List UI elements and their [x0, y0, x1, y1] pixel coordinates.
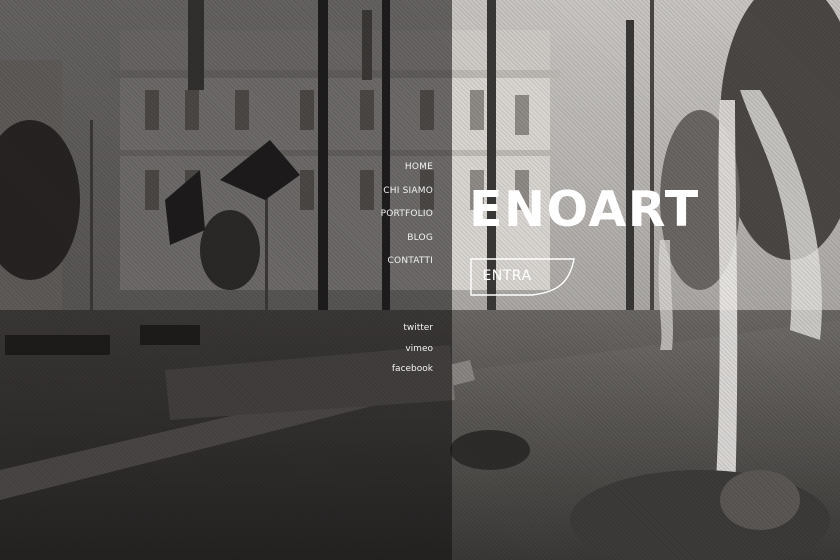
main-nav: HOME CHI SIAMO PORTFOLIO BLOG CONTATTI — [381, 162, 433, 280]
social-link-vimeo[interactable]: vimeo — [405, 344, 433, 355]
nav-item-portfolio[interactable]: PORTFOLIO — [381, 209, 433, 220]
social-links: twitter vimeo facebook — [392, 323, 433, 385]
nav-item-contatti[interactable]: CONTATTI — [388, 256, 433, 267]
enter-button[interactable]: ENTRA — [470, 258, 575, 296]
brand-title: ENOART — [469, 181, 700, 238]
nav-item-blog[interactable]: BLOG — [407, 233, 433, 244]
enter-button-label: ENTRA — [482, 268, 532, 284]
nav-item-home[interactable]: HOME — [405, 162, 433, 173]
nav-item-chi-siamo[interactable]: CHI SIAMO — [383, 186, 433, 197]
social-link-facebook[interactable]: facebook — [392, 364, 433, 375]
social-link-twitter[interactable]: twitter — [403, 323, 433, 334]
landing-page: HOME CHI SIAMO PORTFOLIO BLOG CONTATTI t… — [0, 0, 840, 560]
background-photo — [0, 0, 840, 560]
